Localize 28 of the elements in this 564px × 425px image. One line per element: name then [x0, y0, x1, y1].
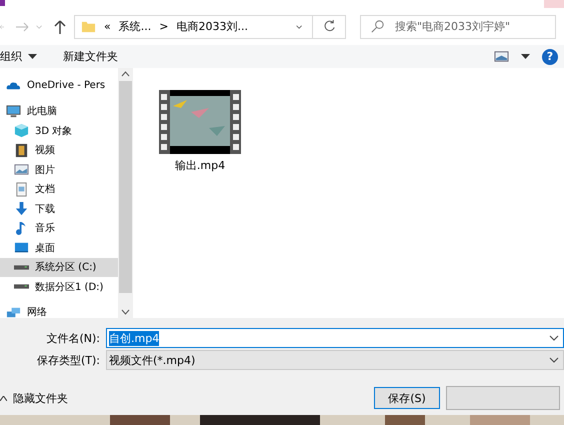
sidebar-item[interactable]: 网络 [0, 302, 118, 318]
sidebar-item[interactable]: 数据分区1 (D:) [0, 277, 118, 296]
organize-menu[interactable]: 组织 [0, 49, 37, 64]
sidebar-item[interactable]: 下载 [0, 199, 118, 218]
sidebar-item[interactable]: 文档 [0, 180, 118, 199]
sidebar-item[interactable]: 3D 对象 [0, 121, 118, 140]
sidebar-item[interactable]: 桌面 [0, 238, 118, 258]
address-bar[interactable]: « 系统... > 电商2033刘... [74, 14, 313, 38]
sidebar-item[interactable]: 视频 [0, 140, 118, 160]
sidebar-item[interactable]: 系统分区 (C:) [0, 258, 118, 277]
sidebar-item[interactable]: 此电脑 [0, 102, 118, 121]
breadcrumb-item[interactable]: > [159, 20, 168, 33]
breadcrumb-item[interactable]: « [104, 20, 111, 33]
sidebar-item[interactable]: 图片 [0, 160, 118, 180]
file-name[interactable]: 输出.mp4 [174, 158, 226, 173]
help-button[interactable]: ? [542, 48, 558, 64]
filename-field[interactable]: 自创.mp4 [106, 328, 564, 348]
filename-label: 文件名(N): [45, 330, 101, 346]
file-type-label: 保存类型(T): [36, 352, 101, 368]
sidebar-item[interactable]: OneDrive - Pers [0, 76, 118, 96]
breadcrumb-item[interactable]: 电商2033刘... [176, 19, 248, 34]
breadcrumb-item[interactable]: 系统... [118, 19, 152, 34]
new-folder-button[interactable]: 新建文件夹 [63, 49, 118, 64]
sidebar-item[interactable]: 音乐 [0, 218, 118, 238]
search-field[interactable]: 搜索"电商2033刘宇婷" [360, 14, 556, 38]
file-type-dropdown[interactable]: 视频文件(*.mp4) [106, 350, 564, 370]
hide-folders-button[interactable]: 隐藏文件夹 [0, 390, 68, 406]
save-button[interactable]: 保存(S) [374, 387, 440, 409]
